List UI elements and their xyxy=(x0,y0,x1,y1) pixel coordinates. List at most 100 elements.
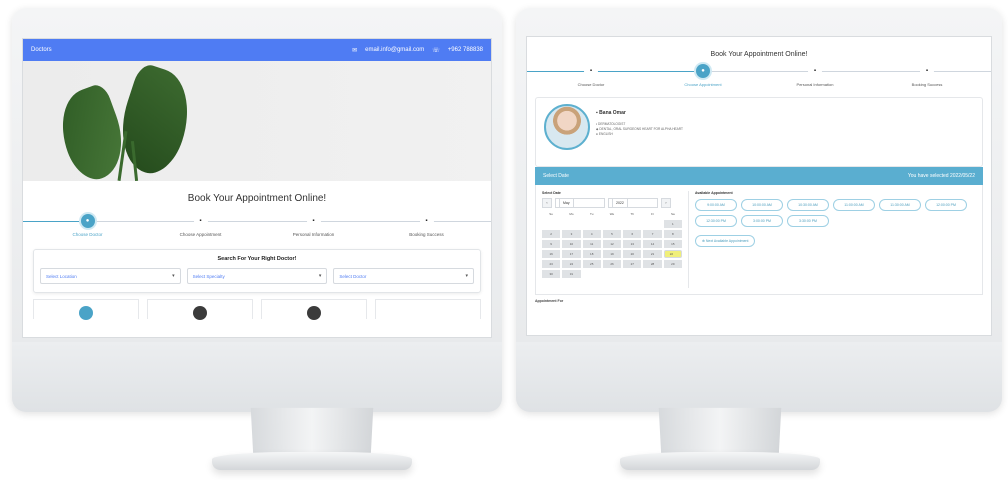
calendar-controls: ‹ May 2022 › xyxy=(542,198,682,208)
time-slot-button[interactable]: 3:00:00 PM xyxy=(741,215,783,227)
monitor-stand-foot xyxy=(620,452,820,470)
doctor-details: ▪ DERMATOLOGIST ◆ DENTAL, ORAL SURGEONS … xyxy=(596,122,683,137)
brand-logo[interactable]: Doctors xyxy=(31,47,52,53)
screen-choose-doctor: Doctors ✉ email.info@gmail.com ☏ +962 78… xyxy=(22,38,492,338)
time-slot-button[interactable]: 11:30:00 AM xyxy=(879,199,921,211)
time-slot-button[interactable]: 12:30:00 PM xyxy=(695,215,737,227)
search-filters: Select Location ▾ Select Specialty ▾ Selec… xyxy=(40,268,475,284)
contact-email[interactable]: email.info@gmail.com xyxy=(365,47,424,53)
step-label: Booking Success xyxy=(911,82,943,87)
avatar xyxy=(307,306,321,320)
monitor-stand-neck xyxy=(658,407,782,456)
calendar-day[interactable]: 24 xyxy=(562,260,581,268)
time-slot-button[interactable]: 11:00:00 AM xyxy=(833,199,875,211)
monitor-left: Doctors ✉ email.info@gmail.com ☏ +962 78… xyxy=(12,8,502,412)
doctor-card[interactable] xyxy=(375,299,481,319)
calendar-day[interactable]: 11 xyxy=(582,240,601,248)
page-title: Book Your Appointment Online! xyxy=(187,193,327,204)
calendar-day[interactable]: 31 xyxy=(562,270,581,278)
calendar-day[interactable]: 27 xyxy=(623,260,642,268)
step-label: Choose Appointment xyxy=(179,232,222,237)
calendar-day[interactable]: 10 xyxy=(562,240,581,248)
step-personal-information[interactable]: ▪ Personal Information xyxy=(785,64,845,87)
calendar-day[interactable]: 23 xyxy=(542,260,561,268)
slot-list: 9:00:00 AM 10:00:00 AM 10:30:00 AM 11:00:00… xyxy=(695,199,976,227)
next-available-button[interactable]: ⊕ Next Available Appointment xyxy=(695,235,756,247)
month-value: May xyxy=(559,198,574,208)
calendar-day[interactable]: 2 xyxy=(542,230,561,238)
calendar-day[interactable]: 1 xyxy=(663,220,682,228)
calendar-day[interactable]: 22 xyxy=(663,250,682,258)
appointment-panel: Select Date ‹ May 2022 › Su Mo Tu We Th Fr Sa 1… xyxy=(535,185,983,295)
next-month-button[interactable]: › xyxy=(661,198,671,208)
calendar-day[interactable]: 21 xyxy=(643,250,662,258)
step-label: Choose Appointment xyxy=(684,82,722,87)
calendar-day[interactable]: 14 xyxy=(643,240,662,248)
calendar-day[interactable]: 5 xyxy=(602,230,622,238)
calendar-day[interactable]: 26 xyxy=(602,260,622,268)
doctor-select[interactable]: Select Doctor ▾ xyxy=(333,268,475,284)
time-slot-button[interactable]: 12:00:00 PM xyxy=(925,199,967,211)
step-choose-doctor[interactable]: ▪ Choose Doctor xyxy=(561,64,621,87)
calendar-icon: ● xyxy=(696,64,710,78)
calendar-blank xyxy=(583,220,601,228)
calendar-day[interactable]: 7 xyxy=(643,230,662,238)
weekday-header: Fr xyxy=(651,212,654,216)
time-slot-button[interactable]: 3:30:00 PM xyxy=(787,215,829,227)
calendar-day[interactable]: 8 xyxy=(663,230,682,238)
step-personal-information[interactable]: ▪ Personal Information xyxy=(284,214,344,237)
step-label: Personal Information xyxy=(292,232,335,237)
calendar-blank xyxy=(623,220,641,228)
step-choose-appointment[interactable]: ● Choose Appointment xyxy=(673,64,733,87)
monitor-chin xyxy=(516,342,1002,412)
calendar-day[interactable]: 20 xyxy=(623,250,642,258)
doctor-language: ● ENGLISH xyxy=(596,132,683,137)
calendar-day[interactable]: 15 xyxy=(663,240,682,248)
calendar-day[interactable]: 30 xyxy=(542,270,561,278)
phone-icon: ☏ xyxy=(432,47,440,54)
doctor-list xyxy=(33,299,481,320)
doctor-search-card: Search For Your Right Doctor! Select Loc… xyxy=(33,249,481,293)
doctor-avatar xyxy=(544,104,590,150)
year-value: 2022 xyxy=(612,198,628,208)
calendar-day[interactable]: 16 xyxy=(542,250,561,258)
step-label: Personal Information xyxy=(796,82,834,87)
step-booking-success[interactable]: ▪ Booking Success xyxy=(397,214,457,237)
select-date-bar: Select Date You have selected 2022/05/22 xyxy=(535,167,983,185)
step-choose-appointment[interactable]: ▪ Choose Appointment xyxy=(171,214,231,237)
top-bar: Doctors ✉ email.info@gmail.com ☏ +962 78… xyxy=(23,39,491,61)
doctor-icon: ▪ xyxy=(584,64,598,78)
calendar-day[interactable]: 17 xyxy=(562,250,581,258)
step-choose-doctor[interactable]: ● Choose Doctor xyxy=(58,214,118,237)
calendar-day[interactable]: 25 xyxy=(582,260,601,268)
booking-stepper: ▪ Choose Doctor ● Choose Appointment ▪ P… xyxy=(527,64,991,87)
step-booking-success[interactable]: ▪ Booking Success xyxy=(897,64,957,87)
doctor-card[interactable] xyxy=(33,299,139,320)
doctor-card[interactable] xyxy=(147,299,253,320)
prev-month-button[interactable]: ‹ xyxy=(542,198,552,208)
monitor-right: Book Your Appointment Online! ▪ Choose D… xyxy=(516,8,1002,412)
calendar-grid: Su Mo Tu We Th Fr Sa 1 2 3 4 5 6 7 8 9 10 11 12 13 14 15 16 17 1… xyxy=(542,212,682,278)
calendar-day[interactable]: 18 xyxy=(582,250,601,258)
calendar-day[interactable]: 29 xyxy=(663,260,682,268)
user-icon: ▪ xyxy=(808,64,822,78)
calendar-day[interactable]: 28 xyxy=(643,260,662,268)
month-select[interactable]: May xyxy=(555,198,605,208)
time-slot-button[interactable]: 10:30:00 AM xyxy=(787,199,829,211)
year-select[interactable]: 2022 xyxy=(608,198,658,208)
calendar-day[interactable]: 19 xyxy=(602,250,622,258)
time-slot-button[interactable]: 10:00:00 AM xyxy=(741,199,783,211)
doctor-card[interactable] xyxy=(261,299,367,320)
calendar-day[interactable]: 6 xyxy=(623,230,642,238)
calendar-day[interactable]: 3 xyxy=(562,230,581,238)
calendar-day[interactable]: 12 xyxy=(602,240,622,248)
calendar-day[interactable]: 13 xyxy=(623,240,642,248)
time-slot-button[interactable]: 9:00:00 AM xyxy=(695,199,737,211)
contact-phone[interactable]: +962 788838 xyxy=(448,47,483,53)
location-select[interactable]: Select Location ▾ xyxy=(40,268,181,284)
weekday-header: We xyxy=(609,212,615,216)
calendar-day[interactable]: 9 xyxy=(542,240,561,248)
selected-date-text: You have selected 2022/05/22 xyxy=(907,173,975,179)
specialty-select[interactable]: Select Specialty ▾ xyxy=(186,268,328,284)
calendar-day[interactable]: 4 xyxy=(582,230,601,238)
